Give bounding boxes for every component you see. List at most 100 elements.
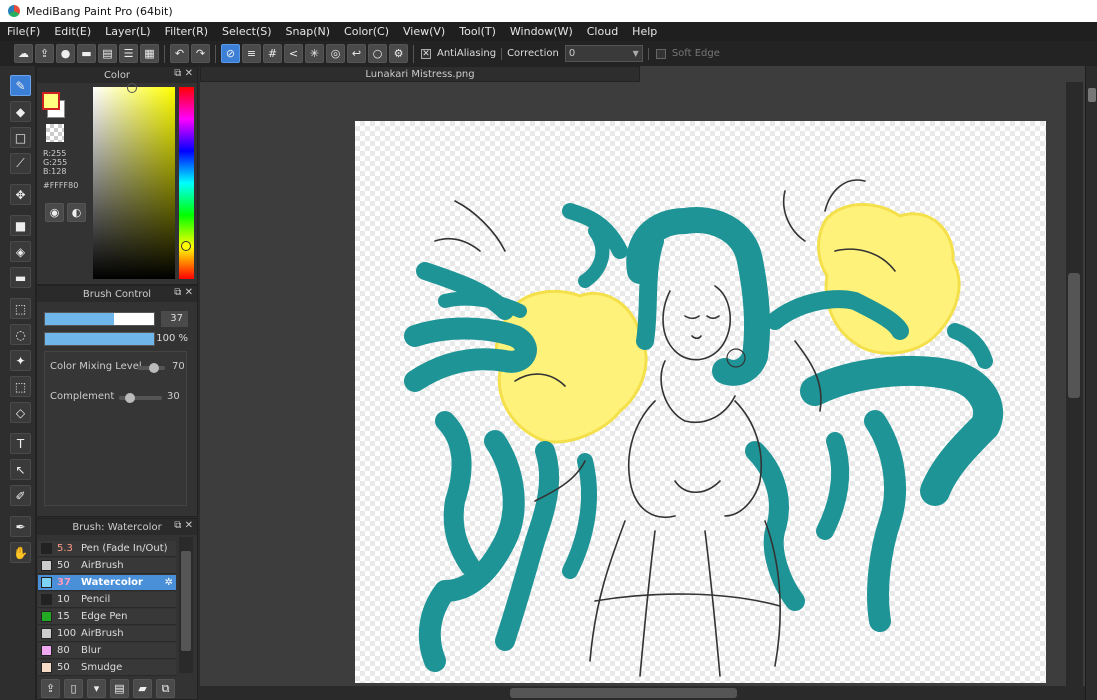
foreground-color-swatch[interactable] bbox=[42, 92, 60, 110]
brush-item[interactable]: 5.3 Pen (Fade In/Out) bbox=[38, 541, 176, 557]
hand-tool-icon[interactable]: ✋ bbox=[10, 542, 31, 563]
select-tool-icon[interactable]: ⬚ bbox=[10, 298, 31, 319]
grid-layout-icon[interactable]: ▦ bbox=[140, 44, 159, 63]
rectangle-tool-icon[interactable]: □ bbox=[10, 127, 31, 148]
text-tool-icon[interactable]: T bbox=[10, 433, 31, 454]
select-eraser-tool-icon[interactable]: ◇ bbox=[10, 402, 31, 423]
undock-icon[interactable]: ⧉ bbox=[174, 68, 181, 79]
saturation-value-picker[interactable] bbox=[93, 83, 175, 279]
correction-select[interactable]: 0 ▼ bbox=[564, 45, 643, 62]
hue-slider[interactable] bbox=[179, 87, 194, 279]
menu-filter[interactable]: Filter(R) bbox=[158, 25, 215, 38]
opacity-value[interactable]: 100 % bbox=[155, 331, 193, 347]
page-icon[interactable]: ▤ bbox=[98, 44, 117, 63]
brush-item-selected[interactable]: 37 Watercolor ✲ bbox=[38, 575, 176, 591]
soft-edge-checkbox[interactable] bbox=[655, 48, 666, 59]
concentric-snap-icon[interactable]: ◎ bbox=[326, 44, 345, 63]
color-mixing-knob[interactable] bbox=[149, 363, 159, 373]
menu-window[interactable]: Window(W) bbox=[503, 25, 580, 38]
brush-name: AirBrush bbox=[81, 628, 124, 639]
redo-icon[interactable]: ↷ bbox=[191, 44, 210, 63]
hue-knob[interactable] bbox=[181, 241, 191, 251]
brush-tool-icon[interactable]: ✎ bbox=[10, 75, 31, 96]
correction-label: Correction bbox=[507, 48, 559, 59]
snap-off-icon[interactable]: ⊘ bbox=[221, 44, 240, 63]
brush-size-value[interactable]: 37 bbox=[161, 311, 188, 327]
antialiasing-checkbox[interactable]: ✕ bbox=[421, 48, 431, 59]
brush-size-slider[interactable] bbox=[44, 312, 155, 326]
fill-rect-tool-icon[interactable]: ■ bbox=[10, 215, 31, 236]
vanishing-point-icon[interactable]: < bbox=[284, 44, 303, 63]
menu-snap[interactable]: Snap(N) bbox=[279, 25, 338, 38]
gear-icon[interactable]: ✲ bbox=[165, 577, 173, 588]
drawing-canvas[interactable] bbox=[355, 121, 1046, 683]
menu-select[interactable]: Select(S) bbox=[215, 25, 279, 38]
brush-item[interactable]: 50 Smudge bbox=[38, 660, 176, 676]
horizontal-scroll-thumb[interactable] bbox=[510, 688, 737, 698]
bucket-tool-icon[interactable]: ◈ bbox=[10, 241, 31, 262]
color-panel-header: Color ⧉ ✕ bbox=[37, 67, 197, 83]
brush-settings-box: Color Mixing Level 70 Complement 30 bbox=[44, 351, 187, 506]
operation-tool-icon[interactable]: ↖ bbox=[10, 459, 31, 480]
cloud-brush-icon[interactable]: ⇪ bbox=[41, 679, 60, 698]
menu-help[interactable]: Help bbox=[625, 25, 664, 38]
opacity-slider[interactable] bbox=[44, 332, 155, 346]
lasso-tool-icon[interactable]: ◌ bbox=[10, 324, 31, 345]
copy-brush-icon[interactable]: ⧉ bbox=[156, 679, 175, 698]
eyedropper-tool-icon[interactable]: ✒ bbox=[10, 516, 31, 537]
close-icon[interactable]: ✕ bbox=[185, 520, 193, 531]
cloud-icon[interactable]: ☁ bbox=[14, 44, 33, 63]
undock-icon[interactable]: ⧉ bbox=[174, 520, 181, 531]
add-brush-icon[interactable]: ▯ bbox=[64, 679, 83, 698]
brush-dropdown-icon[interactable]: ▾ bbox=[87, 679, 106, 698]
select-pen-tool-icon[interactable]: ⬚ bbox=[10, 376, 31, 397]
brush-size: 100 bbox=[57, 628, 77, 639]
menu-cloud[interactable]: Cloud bbox=[580, 25, 625, 38]
radial-snap-icon[interactable]: ✳ bbox=[305, 44, 324, 63]
undo-icon[interactable]: ↶ bbox=[170, 44, 189, 63]
close-icon[interactable]: ✕ bbox=[185, 68, 193, 79]
palette-icon[interactable]: ◉ bbox=[45, 203, 64, 222]
brush-item[interactable]: 10 Pencil bbox=[38, 592, 176, 608]
parallel-snap-icon[interactable]: ≡ bbox=[242, 44, 261, 63]
eraser-tool-icon[interactable]: ◆ bbox=[10, 101, 31, 122]
gradient-tool-icon[interactable]: ▬ bbox=[10, 267, 31, 288]
menu-file[interactable]: File(F) bbox=[0, 25, 47, 38]
share-icon[interactable]: ⇪ bbox=[35, 44, 54, 63]
menu-view[interactable]: View(V) bbox=[396, 25, 452, 38]
brush-color-swatch bbox=[41, 577, 52, 588]
brush-settings-icon[interactable]: ▤ bbox=[110, 679, 129, 698]
divide-tool-icon[interactable]: ✐ bbox=[10, 485, 31, 506]
speech-bubble-icon[interactable]: ● bbox=[56, 44, 75, 63]
document-tab[interactable]: Lunakari Mistress.png bbox=[200, 66, 640, 82]
line-tool-icon[interactable]: ⟋ bbox=[10, 153, 31, 174]
vertical-scroll-thumb[interactable] bbox=[1068, 273, 1080, 398]
curve-snap-icon[interactable]: ↩ bbox=[347, 44, 366, 63]
brush-name: Edge Pen bbox=[81, 611, 128, 622]
toolbar: ☁ ⇪ ● ▬ ▤ ☰ ▦ ↶ ↷ ⊘ ≡ # < ✳ ◎ ↩ ○ ⚙ ✕ An… bbox=[0, 41, 1097, 66]
list-icon[interactable]: ☰ bbox=[119, 44, 138, 63]
brush-list-scrollbar[interactable] bbox=[179, 537, 193, 673]
brush-item[interactable]: 80 Blur bbox=[38, 643, 176, 659]
close-icon[interactable]: ✕ bbox=[185, 287, 193, 298]
brush-item[interactable]: 15 Edge Pen bbox=[38, 609, 176, 625]
ellipse-snap-icon[interactable]: ○ bbox=[368, 44, 387, 63]
move-tool-icon[interactable]: ✥ bbox=[10, 184, 31, 205]
menu-color[interactable]: Color(C) bbox=[337, 25, 396, 38]
menu-layer[interactable]: Layer(L) bbox=[98, 25, 157, 38]
comment-icon[interactable]: ▬ bbox=[77, 44, 96, 63]
color-history-icon[interactable]: ◐ bbox=[67, 203, 86, 222]
folder-icon[interactable]: ▰ bbox=[133, 679, 152, 698]
brush-list-scroll-thumb[interactable] bbox=[181, 551, 191, 651]
magic-wand-tool-icon[interactable]: ✦ bbox=[10, 350, 31, 371]
menu-tool[interactable]: Tool(T) bbox=[452, 25, 503, 38]
cross-snap-icon[interactable]: # bbox=[263, 44, 282, 63]
panel-collapse-icon[interactable] bbox=[1088, 88, 1096, 102]
complement-knob[interactable] bbox=[125, 393, 135, 403]
undock-icon[interactable]: ⧉ bbox=[174, 287, 181, 298]
brush-item[interactable]: 100 AirBrush bbox=[38, 626, 176, 642]
menu-edit[interactable]: Edit(E) bbox=[47, 25, 98, 38]
transparent-color-swatch[interactable] bbox=[46, 124, 64, 142]
snap-settings-icon[interactable]: ⚙ bbox=[389, 44, 408, 63]
brush-item[interactable]: 50 AirBrush bbox=[38, 558, 176, 574]
